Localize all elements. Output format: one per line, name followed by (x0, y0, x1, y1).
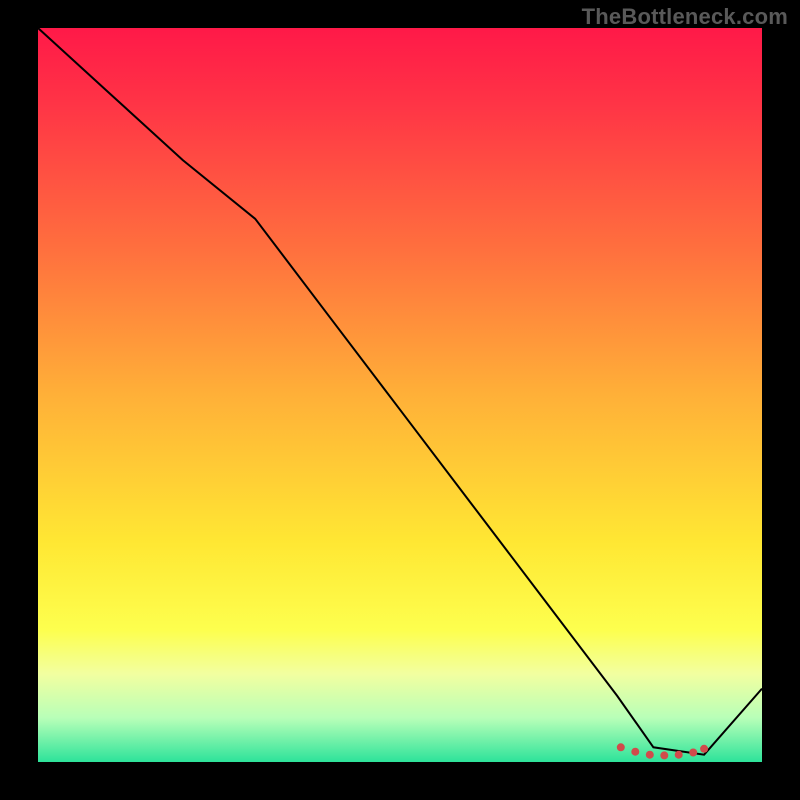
chart-background (38, 28, 762, 762)
chart-marker (646, 751, 654, 759)
chart-marker (689, 749, 697, 757)
watermark-label: TheBottleneck.com (582, 4, 788, 30)
chart-marker (675, 751, 683, 759)
chart-marker (700, 745, 708, 753)
chart-svg (38, 28, 762, 762)
chart-marker (631, 748, 639, 756)
chart-marker (660, 751, 668, 759)
chart-frame: TheBottleneck.com (0, 0, 800, 800)
plot-area (38, 28, 762, 762)
chart-marker (617, 743, 625, 751)
